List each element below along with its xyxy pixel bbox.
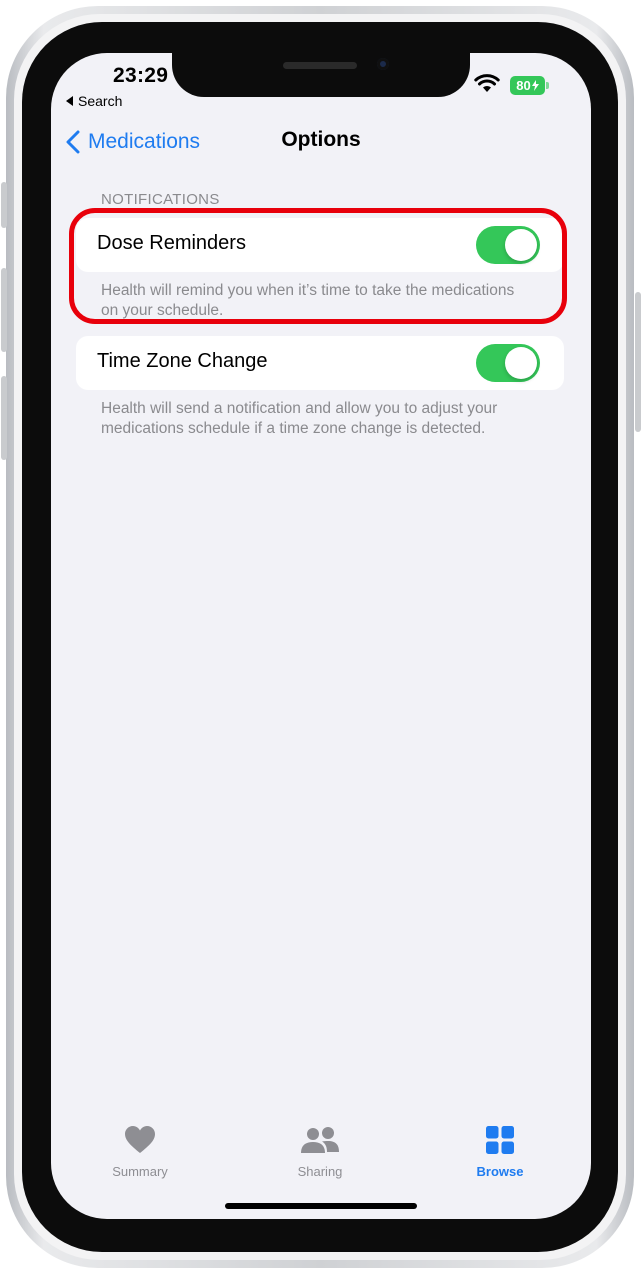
time-zone-change-label: Time Zone Change <box>97 350 268 372</box>
toggle-knob <box>505 347 537 379</box>
back-app-label: Search <box>78 93 123 109</box>
volume-up-button <box>1 268 7 352</box>
tab-summary-label: Summary <box>112 1164 168 1179</box>
home-indicator[interactable] <box>225 1203 417 1209</box>
battery-level: 80 <box>516 78 531 93</box>
notch <box>172 53 470 97</box>
silent-switch <box>1 182 7 228</box>
battery-cap <box>546 82 549 89</box>
time-zone-change-toggle[interactable] <box>476 344 540 382</box>
tab-browse[interactable]: Browse <box>440 1124 560 1179</box>
battery-icon: 80 <box>510 76 545 95</box>
tab-sharing-label: Sharing <box>297 1164 343 1179</box>
time-zone-change-row: Time Zone Change <box>76 336 564 390</box>
back-to-app-link[interactable]: Search <box>66 93 122 109</box>
speaker <box>283 62 357 69</box>
tab-browse-label: Browse <box>476 1164 524 1179</box>
volume-down-button <box>1 376 7 460</box>
page-title: Options <box>281 128 361 151</box>
section-header-notifications: NOTIFICATIONS <box>101 191 220 208</box>
power-button <box>635 292 641 432</box>
time-zone-change-footer: Health will send a notification and allo… <box>101 400 498 437</box>
wifi-icon <box>474 74 500 92</box>
front-camera <box>377 58 389 70</box>
status-time: 23:29 <box>113 64 169 87</box>
people-icon <box>301 1127 339 1153</box>
back-triangle-icon <box>66 96 73 106</box>
tab-sharing[interactable]: Sharing <box>260 1124 380 1179</box>
heart-icon <box>125 1126 155 1153</box>
charging-bolt-icon <box>531 80 539 91</box>
highlight-annotation <box>69 208 567 324</box>
tab-summary[interactable]: Summary <box>80 1124 200 1179</box>
grid-icon <box>486 1126 514 1154</box>
